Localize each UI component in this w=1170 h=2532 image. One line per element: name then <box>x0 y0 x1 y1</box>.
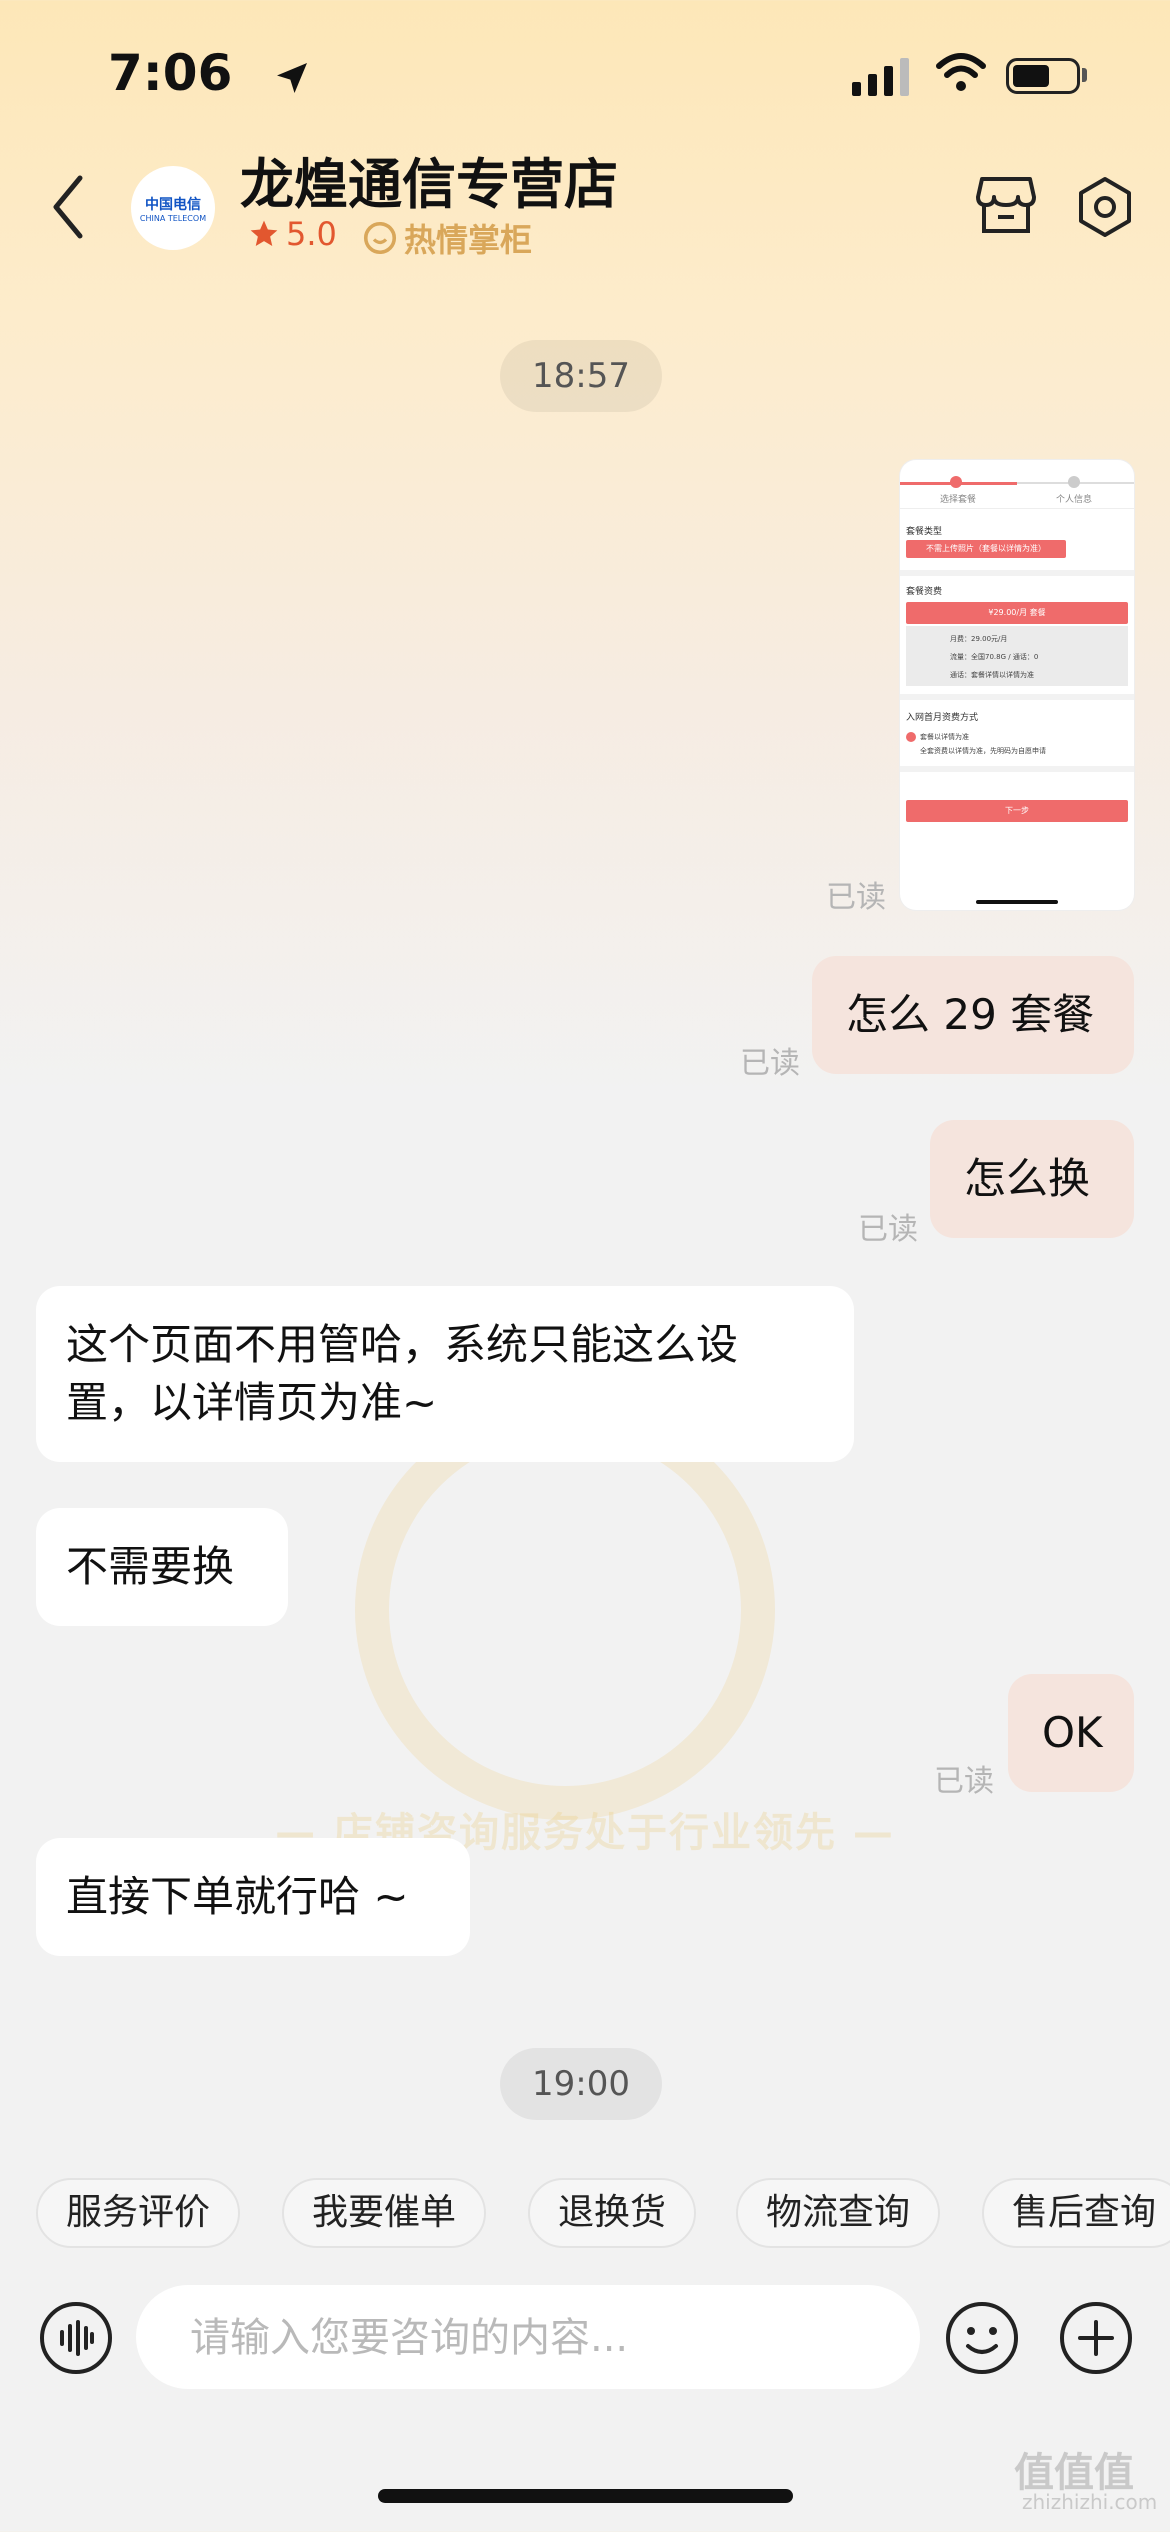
quick-action-urge[interactable]: 我要催单 <box>282 2178 487 2248</box>
back-chevron-icon[interactable] <box>48 172 88 246</box>
rating-value: 5.0 <box>286 215 337 253</box>
battery-cap <box>1082 68 1087 82</box>
quick-action-review[interactable]: 服务评价 <box>36 2178 241 2248</box>
message-line: 这个页面不用管哈，系统只能这么设 <box>66 1320 739 1369</box>
settings-icon[interactable] <box>1075 175 1135 243</box>
message-bubble-shop[interactable]: 这个页面不用管哈，系统只能这么设 置，以详情页为准~ <box>36 1286 854 1462</box>
message-bubble-self[interactable]: OK <box>1008 1674 1134 1792</box>
shop-tag-label: 热情掌柜 <box>404 221 533 259</box>
plus-icon[interactable] <box>1058 2300 1134 2380</box>
message-line: 置，以详情页为准~ <box>66 1378 438 1427</box>
smile-badge-icon <box>363 221 397 255</box>
shared-image-message[interactable]: 选择套餐 个人信息 套餐类型 不需上传照片（套餐以详情为准） 套餐资费 ¥29.… <box>900 460 1134 910</box>
status-time: 7:06 <box>108 44 233 102</box>
quick-action-aftersale[interactable]: 售后查询 <box>982 2178 1170 2248</box>
read-receipt: 已读 <box>934 1764 994 1799</box>
voice-icon[interactable] <box>38 2300 114 2380</box>
timestamp: 19:00 <box>500 2048 662 2120</box>
home-indicator <box>378 2489 793 2503</box>
avatar[interactable]: 中国电信 CHINA TELECOM <box>131 166 215 250</box>
signal-icon <box>852 58 909 96</box>
avatar-brand-en: CHINA TELECOM <box>139 213 207 223</box>
watermark-badge <box>355 1400 775 1820</box>
read-receipt: 已读 <box>826 880 886 915</box>
quick-action-logistics[interactable]: 物流查询 <box>736 2178 941 2248</box>
shop-tag: 热情掌柜 <box>362 215 532 261</box>
message-bubble-shop[interactable]: 直接下单就行哈 ~ <box>36 1838 470 1956</box>
message-input-field[interactable] <box>188 2285 892 2391</box>
message-bubble-self[interactable]: 怎么 29 套餐 <box>812 956 1134 1074</box>
site-watermark-domain: zhizhizhi.com <box>1022 2490 1158 2514</box>
message-input[interactable] <box>136 2285 920 2391</box>
battery-icon <box>1006 58 1080 94</box>
location-arrow-icon <box>272 58 312 102</box>
shop-name[interactable]: 龙煌通信专营店 <box>240 140 618 219</box>
read-receipt: 已读 <box>858 1212 918 1247</box>
rating: 5.0 <box>248 215 337 253</box>
quick-action-return[interactable]: 退换货 <box>528 2178 697 2248</box>
message-bubble-self[interactable]: 怎么换 <box>930 1120 1134 1238</box>
read-receipt: 已读 <box>740 1046 800 1081</box>
wifi-icon <box>935 52 987 98</box>
star-icon <box>250 220 278 246</box>
store-icon[interactable] <box>974 175 1038 239</box>
emoji-icon[interactable] <box>944 2300 1020 2380</box>
image-steps: 选择套餐 个人信息 <box>900 460 1134 509</box>
avatar-brand: 中国电信 <box>145 196 201 213</box>
message-bubble-shop[interactable]: 不需要换 <box>36 1508 288 1626</box>
timestamp: 18:57 <box>500 340 662 412</box>
